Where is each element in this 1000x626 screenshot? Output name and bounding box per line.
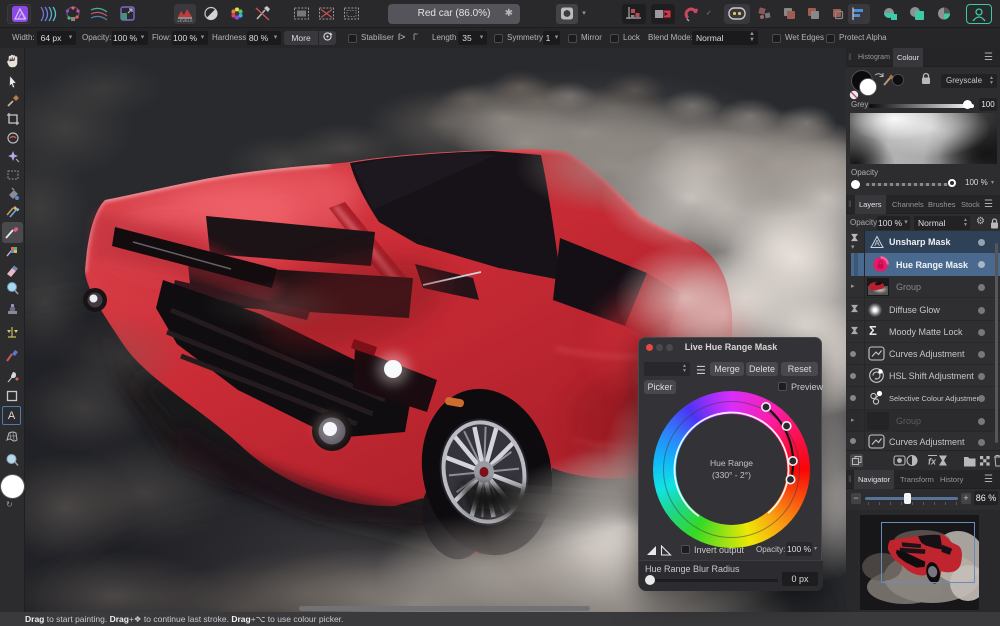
svg-text:A: A xyxy=(874,239,880,248)
svg-text:Hue Range: Hue Range xyxy=(710,458,753,468)
svg-text:LEVELS: LEVELS xyxy=(177,18,192,23)
svg-text:fx: fx xyxy=(928,457,937,467)
svg-text:(330° - 2°): (330° - 2°) xyxy=(712,470,751,480)
